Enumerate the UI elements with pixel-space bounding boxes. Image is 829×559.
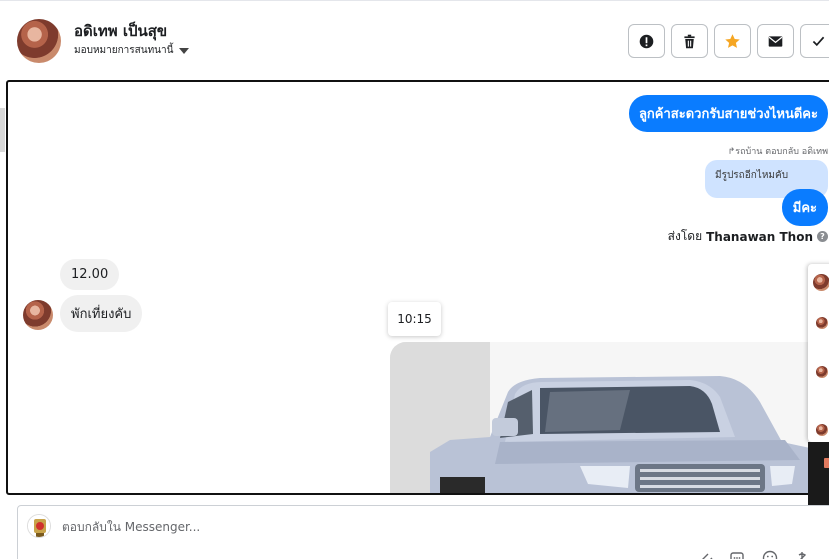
calendar-icon bbox=[824, 458, 829, 468]
contact-avatar-small bbox=[23, 300, 53, 330]
mark-unread-button[interactable] bbox=[757, 24, 794, 58]
saved-replies-icon[interactable] bbox=[729, 550, 745, 559]
assign-conversation-dropdown[interactable]: มอบหมายการสนทนานี้ bbox=[74, 43, 190, 58]
trash-icon bbox=[684, 34, 695, 48]
alert-circle-icon bbox=[639, 34, 654, 48]
timestamp-tooltip: 10:15 bbox=[388, 302, 441, 336]
assign-label: มอบหมายการสนทนานี้ bbox=[74, 45, 174, 56]
check-icon bbox=[812, 36, 825, 46]
reply-input[interactable] bbox=[62, 520, 762, 534]
outgoing-message[interactable]: ลูกค้าสะดวกรับสายช่วงไหนดีคะ bbox=[628, 95, 828, 132]
contact-avatar[interactable] bbox=[17, 19, 61, 63]
sent-by-prefix: ส่งโดย bbox=[667, 229, 703, 243]
reply-context-label: ↱รถบ้าน ตอบกลับ อดิเทพ bbox=[727, 147, 828, 157]
page-avatar bbox=[27, 514, 51, 538]
page-logo-icon bbox=[28, 515, 50, 537]
emoji-icon[interactable] bbox=[762, 550, 778, 559]
incoming-message[interactable]: พักเที่ยงคับ bbox=[60, 295, 143, 332]
mark-spam-button[interactable] bbox=[628, 24, 665, 58]
user-avatar[interactable] bbox=[816, 317, 828, 329]
payment-icon[interactable] bbox=[794, 550, 810, 559]
incoming-message[interactable]: 12.00 bbox=[60, 259, 120, 290]
inbox-conversation-view: อดิเทพ เป็นสุข มอบหมายการสนทนานี้ ลูกค้า… bbox=[0, 0, 829, 559]
sent-by-label: ส่งโดย Thanawan Thon ? bbox=[668, 227, 828, 246]
help-icon[interactable]: ? bbox=[817, 231, 828, 242]
sender-name: Thanawan Thon bbox=[706, 229, 813, 244]
scrollbar-thumb[interactable] bbox=[0, 108, 5, 152]
caret-down-icon bbox=[179, 47, 190, 54]
outgoing-message[interactable]: มีคะ bbox=[781, 189, 828, 226]
pickup-truck-photo bbox=[390, 342, 829, 493]
user-avatar[interactable] bbox=[816, 424, 828, 436]
star-icon bbox=[725, 33, 740, 48]
user-avatar[interactable] bbox=[816, 366, 828, 378]
contact-name[interactable]: อดิเทพ เป็นสุข bbox=[74, 19, 167, 43]
user-avatar[interactable] bbox=[813, 274, 829, 291]
delete-button[interactable] bbox=[671, 24, 708, 58]
side-panel[interactable] bbox=[808, 264, 829, 442]
image-attachment[interactable] bbox=[390, 342, 829, 493]
reply-composer bbox=[17, 505, 829, 559]
attachment-icon[interactable] bbox=[698, 550, 714, 559]
done-button[interactable] bbox=[800, 24, 829, 58]
envelope-icon bbox=[768, 35, 783, 47]
star-button[interactable] bbox=[714, 24, 751, 58]
conversation-header: อดิเทพ เป็นสุข มอบหมายการสนทนานี้ bbox=[0, 0, 829, 80]
message-thread[interactable]: ลูกค้าสะดวกรับสายช่วงไหนดีคะ ↱รถบ้าน ตอบ… bbox=[6, 80, 829, 495]
